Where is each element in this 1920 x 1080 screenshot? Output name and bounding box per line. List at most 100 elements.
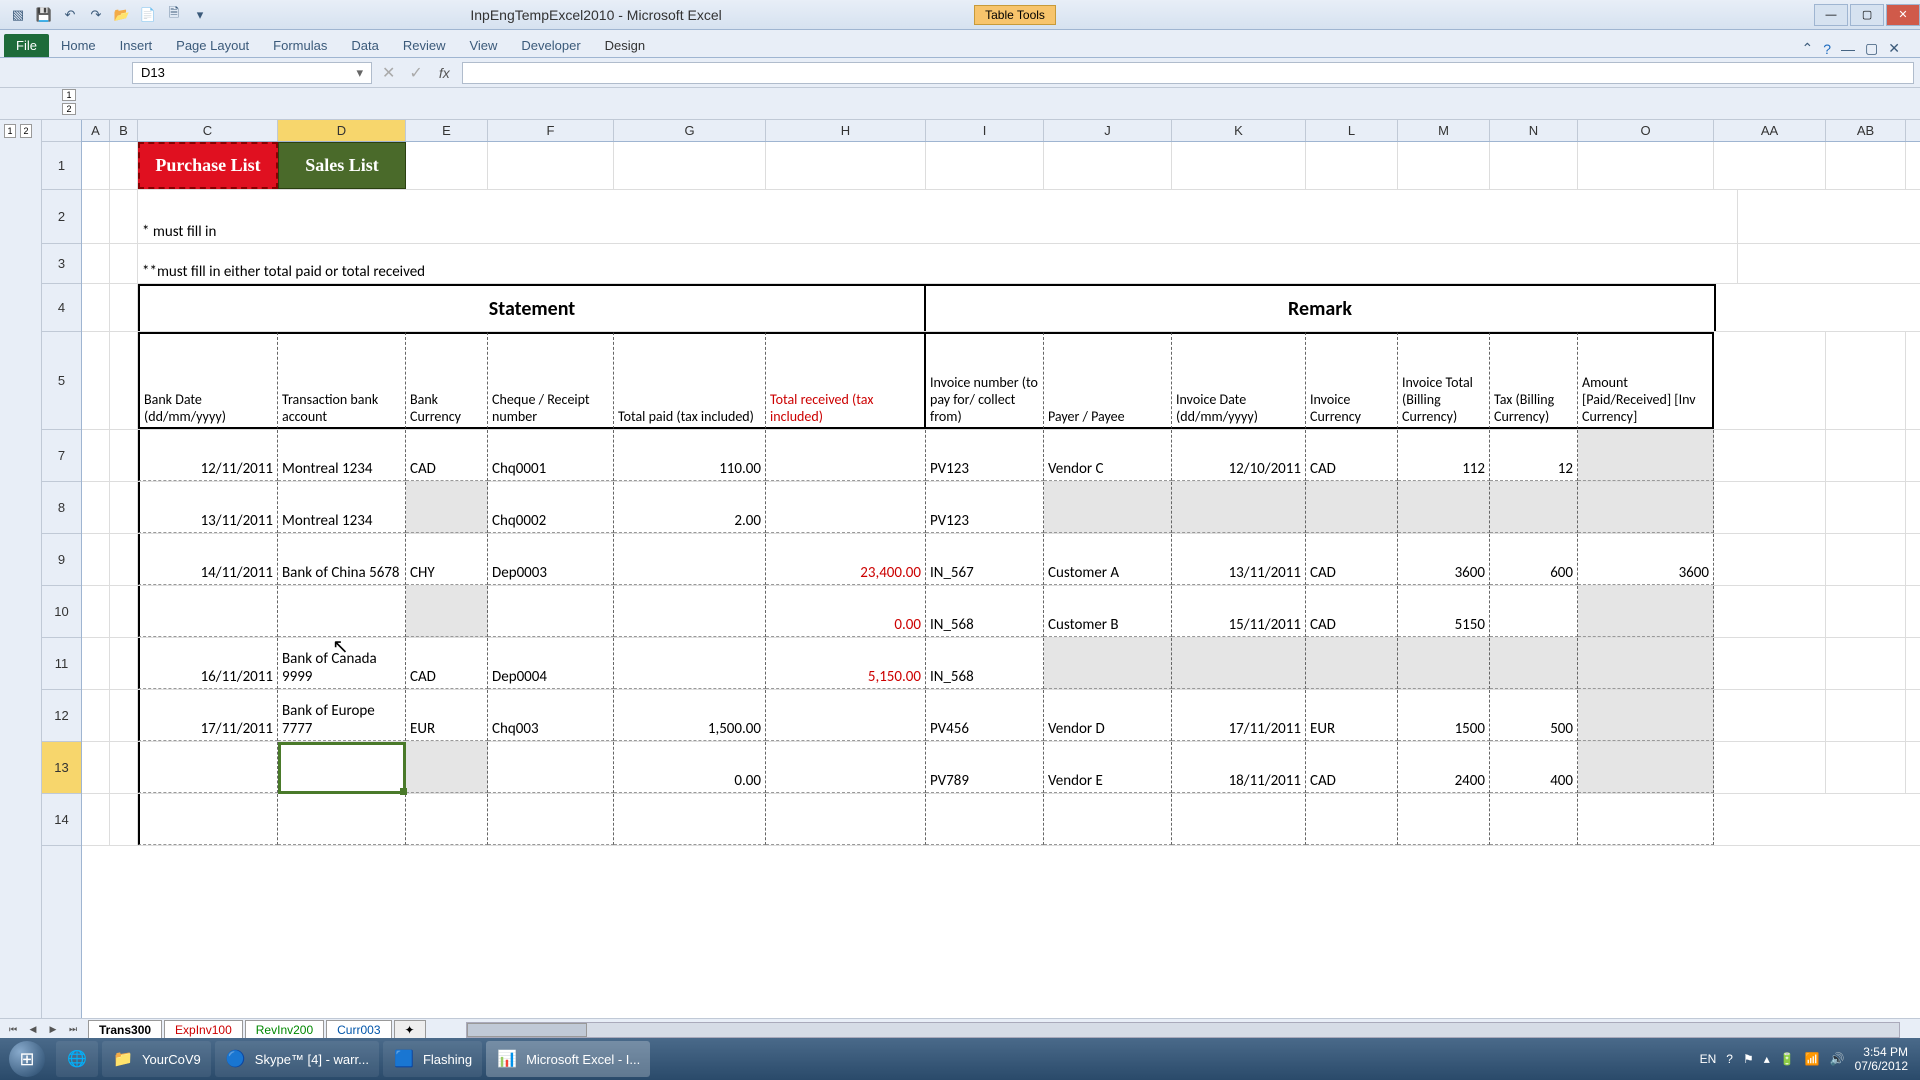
cell[interactable] [1826,742,1906,793]
data-cell[interactable]: 14/11/2011 [138,534,278,585]
data-cell[interactable]: 112 [1398,430,1490,481]
data-cell[interactable] [614,638,766,689]
data-cell[interactable]: 13/11/2011 [138,482,278,533]
data-cell[interactable]: 5150 [1398,586,1490,637]
col-header-B[interactable]: B [110,120,138,141]
tab-file[interactable]: File [4,34,49,57]
tab-developer[interactable]: Developer [509,34,592,57]
hdr-bank-date[interactable]: Bank Date (dd/mm/yyyy) [138,332,278,429]
cell[interactable] [82,284,110,331]
cell[interactable] [1578,142,1714,189]
data-cell[interactable]: CAD [406,430,488,481]
cell[interactable] [110,430,138,481]
name-box[interactable]: D13 ▾ [132,62,372,84]
outline-level-1[interactable]: 1 [62,89,76,101]
data-cell[interactable]: 3600 [1398,534,1490,585]
hdr-payer[interactable]: Payer / Payee [1044,332,1172,429]
col-header-G[interactable]: G [614,120,766,141]
cell[interactable] [82,332,110,429]
battery-icon[interactable]: 🔋 [1780,1052,1795,1066]
col-header-H[interactable]: H [766,120,926,141]
cell[interactable] [1398,142,1490,189]
hdr-amount[interactable]: Amount [Paid/Received] [Inv Currency] [1578,332,1714,429]
cell[interactable] [1826,534,1906,585]
cell[interactable] [110,332,138,429]
data-cell[interactable]: 12/11/2011 [138,430,278,481]
cell[interactable] [1714,482,1826,533]
data-cell[interactable]: EUR [1306,690,1398,741]
taskbar-flashing[interactable]: 🟦Flashing [383,1041,482,1077]
hdr-inv-num[interactable]: Invoice number (to pay for/ collect from… [926,332,1044,429]
data-cell[interactable] [1044,482,1172,533]
cell[interactable] [110,638,138,689]
data-cell[interactable] [278,586,406,637]
cell[interactable] [110,742,138,793]
data-cell[interactable] [614,534,766,585]
data-cell[interactable]: 1,500.00 [614,690,766,741]
cell[interactable] [1826,638,1906,689]
tab-view[interactable]: View [457,34,509,57]
minimize-button[interactable]: — [1814,4,1848,26]
tab-formulas[interactable]: Formulas [261,34,339,57]
cell[interactable] [1578,794,1714,845]
hdr-inv-date[interactable]: Invoice Date (dd/mm/yyyy) [1172,332,1306,429]
cell[interactable] [1044,794,1172,845]
data-cell[interactable]: Montreal 1234 [278,482,406,533]
cell[interactable] [614,794,766,845]
maximize-button[interactable]: ▢ [1850,4,1884,26]
data-cell[interactable]: 1500 [1398,690,1490,741]
row-header-10[interactable]: 10 [42,586,81,638]
col-header-L[interactable]: L [1306,120,1398,141]
data-cell[interactable] [1306,638,1398,689]
row-header-9[interactable]: 9 [42,534,81,586]
cell[interactable] [1044,142,1172,189]
data-cell[interactable] [766,742,926,793]
hdr-chq[interactable]: Cheque / Receipt number [488,332,614,429]
data-cell[interactable] [766,430,926,481]
data-cell[interactable] [766,482,926,533]
data-cell[interactable]: 3600 [1578,534,1714,585]
sheet-tab-new[interactable]: ✦ [394,1020,426,1039]
col-header-D[interactable]: D [278,120,406,141]
cell[interactable] [1826,332,1906,429]
fx-icon[interactable]: fx [433,65,456,81]
cell[interactable] [278,794,406,845]
network-icon[interactable]: 📶 [1805,1052,1820,1066]
col-header-N[interactable]: N [1490,120,1578,141]
row-header-13[interactable]: 13 [42,742,81,794]
data-cell[interactable]: EUR [406,690,488,741]
help-icon[interactable]: ? [1823,41,1831,57]
cell[interactable] [110,690,138,741]
hdr-recv[interactable]: Total received (tax included) [766,332,926,429]
cell[interactable] [110,794,138,845]
data-cell[interactable]: Vendor C [1044,430,1172,481]
tab-page-layout[interactable]: Page Layout [164,34,261,57]
cell[interactable] [138,794,278,845]
col-header-F[interactable]: F [488,120,614,141]
row-header-1[interactable]: 1 [42,142,81,190]
data-cell[interactable]: Dep0003 [488,534,614,585]
data-cell[interactable]: Chq0001 [488,430,614,481]
help-tray-icon[interactable]: ? [1726,1052,1733,1066]
doc-close-icon[interactable]: ✕ [1888,40,1900,57]
data-cell[interactable]: IN_567 [926,534,1044,585]
cell[interactable] [110,482,138,533]
data-cell[interactable]: 500 [1490,690,1578,741]
cell[interactable] [926,142,1044,189]
data-cell[interactable]: PV789 [926,742,1044,793]
cell[interactable] [1826,586,1906,637]
print-preview-icon[interactable]: 🗎 [164,5,184,25]
data-cell[interactable] [1398,482,1490,533]
cell[interactable] [110,284,138,331]
col-header-C[interactable]: C [138,120,278,141]
data-cell[interactable] [278,742,406,793]
volume-icon[interactable]: 🔊 [1830,1052,1845,1066]
cell[interactable] [1714,142,1826,189]
data-cell[interactable] [488,742,614,793]
enter-icon[interactable]: ✓ [405,63,426,83]
row-outline-1[interactable]: 1 [4,124,16,138]
col-header-AA[interactable]: AA [1714,120,1826,141]
cell[interactable] [766,142,926,189]
cell[interactable] [488,794,614,845]
data-cell[interactable]: 23,400.00 [766,534,926,585]
